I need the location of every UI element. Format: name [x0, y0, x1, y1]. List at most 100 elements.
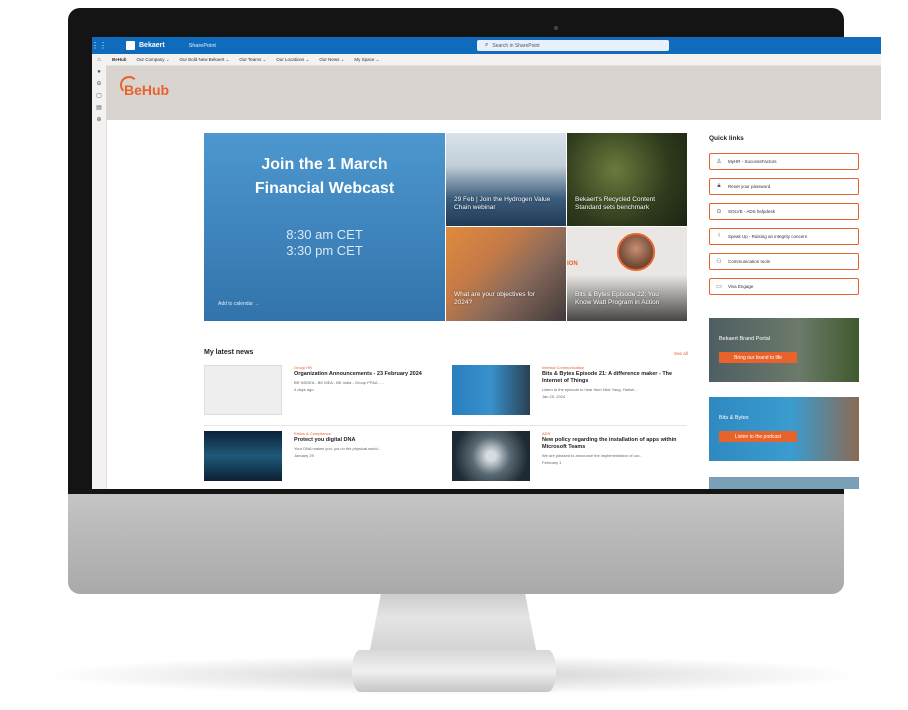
app-launcher-icon[interactable]: ⋮⋮ [92, 37, 107, 54]
quick-links-title: Quick links [709, 135, 744, 142]
microphone-icon: ⍿ [718, 233, 720, 239]
quick-link-speak-up[interactable]: ⍿ Speak Up - Raising an integrity concer… [709, 228, 859, 245]
person-icon: ♙ [716, 159, 722, 165]
news-category: ADS [542, 431, 551, 436]
tile-caption: What are your objectives for 2024? [454, 291, 535, 306]
support-icon: ⊙ [716, 209, 722, 215]
quick-link-label: Viva Engage [728, 284, 754, 289]
hero-webcast-banner[interactable]: Join the 1 March Financial Webcast 8:30 … [204, 133, 445, 321]
news-date: January 29 [294, 453, 314, 458]
wire-coil-thumbnail [452, 431, 530, 481]
news-date: Jan 29, 2024 [542, 394, 566, 399]
search-input[interactable]: ⌕ Search in SharePoint [477, 40, 669, 51]
search-placeholder: Search in SharePoint [492, 42, 540, 49]
listen-to-podcast-button[interactable]: Listen to the podcast [719, 431, 797, 442]
camera-dot [554, 26, 558, 30]
news-summary: BR NSDEA - BK MEA - BK India - Group FP&… [294, 380, 385, 385]
bring-brand-to-life-button[interactable]: Bring our brand to life [719, 352, 797, 363]
promo-label: Bekaert Brand Portal [719, 336, 771, 342]
news-divider [204, 425, 687, 426]
brand[interactable]: Bekaert [126, 41, 165, 50]
world-map-thumbnail [204, 365, 282, 415]
tile-badge: ION [567, 261, 578, 267]
news-category: Internal Communication [542, 365, 585, 370]
news-headline: Bits & Bytes Episode 21: A difference ma… [542, 371, 673, 384]
add-to-calendar-link[interactable]: Add to calendar → [218, 301, 259, 307]
see-all-link[interactable]: See all [674, 351, 688, 356]
hubnav-item-behub[interactable]: BeHub [112, 57, 127, 62]
hubnav-item-our-company[interactable]: Our Company ⌄ [137, 57, 170, 63]
hub-navigation: BeHub Our Company ⌄ Our Bold New Bekaert… [106, 54, 881, 66]
site-header: BeHub [106, 66, 881, 120]
hubnav-item-our-teams[interactable]: Our Teams ⌄ [239, 57, 266, 63]
promo-partial [709, 477, 859, 489]
quick-link-label: Speak Up - Raising an integrity concern [728, 234, 808, 239]
quick-link-label: SOLVE - ADS helpdesk [728, 209, 775, 214]
add-icon[interactable]: ⊕ [92, 114, 106, 126]
document-icon[interactable]: ▢ [92, 90, 106, 102]
tile-caption: 29 Feb | Join the Hydrogen Value Chain w… [454, 196, 551, 211]
quick-link-communication-tools[interactable]: ⚇ Communication tools [709, 253, 859, 270]
hubnav-item-our-news[interactable]: Our News ⌄ [319, 57, 344, 63]
hero-title: Join the 1 March Financial Webcast [204, 153, 445, 201]
left-app-rail: ⌂ ● ⊖ ▢ ▤ ⊕ [92, 54, 107, 489]
brand-portal-promo: Bekaert Brand Portal Bring our brand to … [709, 318, 859, 382]
news-headline: Organization Announcements - 23 February… [294, 371, 422, 377]
site-logo[interactable]: BeHub [124, 82, 169, 98]
speaker-portrait [617, 233, 655, 271]
hubnav-item-my-space[interactable]: My Space ⌄ [354, 57, 379, 63]
hero-title-line1: Join the 1 March [261, 156, 388, 173]
podcast-promo: Bits & Bytes Listen to the podcast [709, 397, 859, 461]
chat-icon: ▭ [716, 284, 722, 290]
news-summary: Your DNA makes you, you in the physical … [294, 446, 382, 451]
quick-link-myhr[interactable]: ♙ MyHR - SuccessFactors [709, 153, 859, 170]
promo-label: Bits & Bytes [719, 415, 749, 421]
hubnav-item-our-bold-new-bekaert[interactable]: Our Bold New Bekaert ⌄ [180, 57, 230, 63]
quick-link-solve[interactable]: ⊙ SOLVE - ADS helpdesk [709, 203, 859, 220]
bekaert-logo-icon [126, 41, 135, 50]
tile-caption: Bits & Bytes Episode 22: You Know Watt P… [575, 291, 660, 306]
latest-news-title: My latest news [204, 349, 254, 356]
sharepoint-top-bar: ⋮⋮ Bekaert SharePoint ⌕ Search in ShareP… [92, 37, 881, 54]
news-headline: New policy regarding the installation of… [542, 437, 677, 450]
hero-time-1: 8:30 am CET [286, 227, 363, 242]
search-icon: ⌕ [485, 42, 489, 48]
quick-link-reset-password[interactable]: 🔒︎ Reset your password [709, 178, 859, 195]
quick-link-label: Communication tools [728, 259, 771, 264]
hero-time-2: 3:30 pm CET [286, 243, 363, 258]
app-name[interactable]: SharePoint [189, 43, 216, 49]
news-summary: We are pleased to announce the implement… [542, 453, 643, 458]
hero-tile-objectives[interactable]: What are your objectives for 2024? [446, 227, 566, 321]
screen: ⋮⋮ Bekaert SharePoint ⌕ Search in ShareP… [92, 37, 881, 489]
news-category: Group HR [294, 365, 313, 370]
hero-tile-recycled-content[interactable]: Bekaert's Recycled Content Standard sets… [567, 133, 687, 226]
people-icon: ⚇ [716, 259, 722, 265]
quick-link-label: MyHR - SuccessFactors [728, 159, 777, 164]
quick-link-label: Reset your password [728, 184, 771, 189]
news-item[interactable]: Group HR Organization Announcements - 23… [204, 365, 449, 421]
home-icon[interactable]: ⌂ [92, 54, 106, 66]
dna-wave-thumbnail [204, 431, 282, 481]
tile-caption: Bekaert's Recycled Content Standard sets… [575, 196, 656, 211]
globe-icon[interactable]: ● [92, 66, 106, 78]
lock-icon: 🔒︎ [717, 183, 721, 189]
sites-icon[interactable]: ⊖ [92, 78, 106, 90]
news-date: 4 days ago [294, 387, 314, 392]
hero-title-line2: Financial Webcast [254, 180, 395, 197]
monitor-stand-base [352, 650, 556, 692]
news-item[interactable]: ADS New policy regarding the installatio… [452, 431, 697, 487]
monitor-chin [68, 488, 844, 594]
quick-link-viva-engage[interactable]: ▭ Viva Engage [709, 278, 859, 295]
hero-tile-hydrogen-webinar[interactable]: 29 Feb | Join the Hydrogen Value Chain w… [446, 133, 566, 226]
news-summary: Listen to the episode to hear from Nick … [542, 387, 638, 392]
news-item[interactable]: Internal Communication Bits & Bytes Epis… [452, 365, 697, 421]
news-icon[interactable]: ▤ [92, 102, 106, 114]
news-date: February 1 [542, 460, 562, 465]
hubnav-item-our-locations[interactable]: Our Locations ⌄ [276, 57, 309, 63]
brand-name: Bekaert [139, 42, 165, 49]
news-headline: Protect you digital DNA [294, 437, 356, 443]
hero-tile-bits-bytes[interactable]: ION Bits & Bytes Episode 22: You Know Wa… [567, 227, 687, 321]
news-category: Ethics & Compliance [294, 431, 331, 436]
podcast-thumbnail [452, 365, 530, 415]
news-item[interactable]: Ethics & Compliance Protect you digital … [204, 431, 449, 487]
